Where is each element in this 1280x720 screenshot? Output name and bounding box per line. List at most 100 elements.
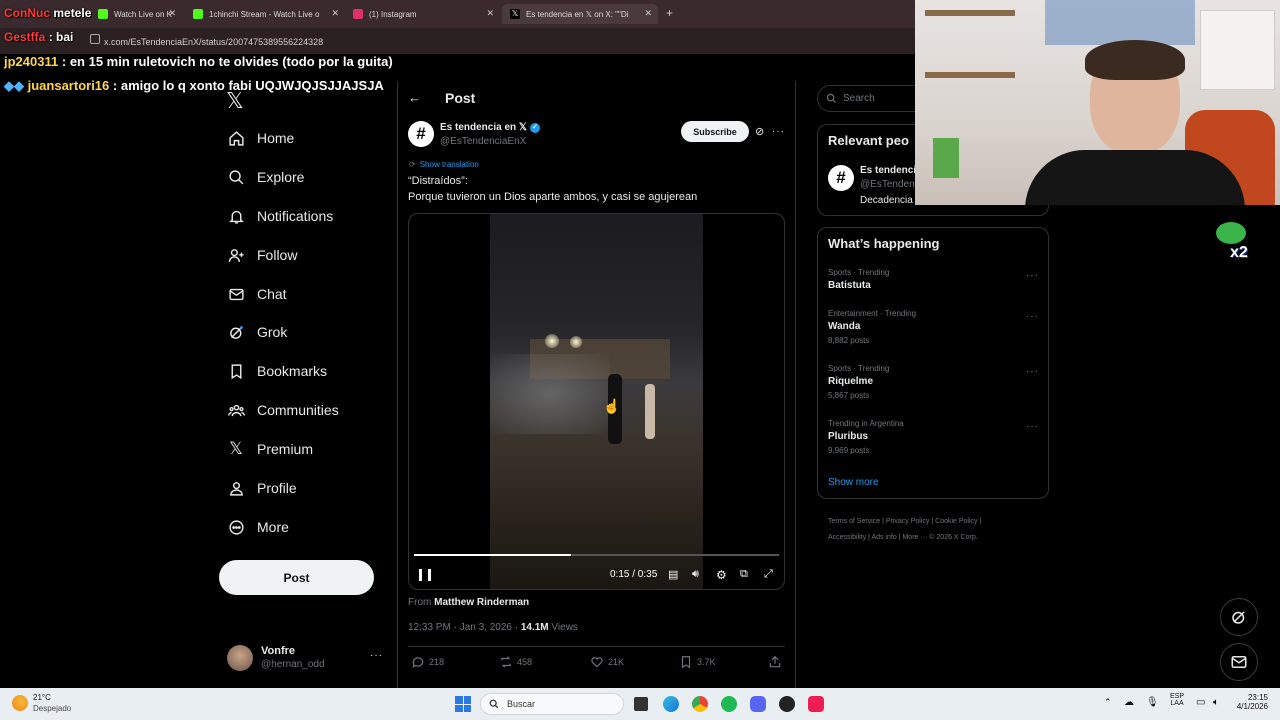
chrome-icon[interactable] — [692, 696, 708, 712]
close-icon[interactable]: ✕ — [644, 8, 652, 19]
post-text-line: “Distraídos”: — [408, 175, 468, 187]
nav-grok[interactable]: Grok — [227, 321, 287, 343]
nav-profile[interactable]: Profile — [227, 477, 297, 499]
nav-more[interactable]: More — [227, 516, 289, 538]
discord-icon[interactable] — [750, 696, 766, 712]
browser-tab[interactable]: (1) Instagram ✕ — [345, 4, 500, 24]
tiktok-icon[interactable] — [808, 696, 824, 712]
footer-link[interactable]: Privacy Policy — [886, 518, 930, 525]
nav-home[interactable]: Home — [227, 127, 294, 149]
close-icon[interactable]: ✕ — [486, 8, 494, 19]
nav-notifications[interactable]: Notifications — [227, 205, 333, 227]
attribution-name[interactable]: Matthew Rinderman — [434, 597, 529, 608]
volume-icon[interactable]: 🔊︎ — [692, 568, 699, 581]
fullscreen-icon[interactable]: ⤢ — [764, 568, 773, 581]
spotify-icon[interactable] — [721, 696, 737, 712]
author-name-row[interactable]: Es tendencia en 𝕏 ✓ — [440, 122, 540, 133]
nav-communities[interactable]: Communities — [227, 399, 339, 421]
avatar[interactable] — [227, 645, 253, 671]
messages-floating-button[interactable] — [1220, 643, 1258, 681]
relevant-avatar[interactable]: # — [828, 165, 854, 191]
repost-button[interactable]: 458 — [499, 655, 532, 669]
pause-icon[interactable] — [419, 569, 431, 581]
grok-post-icon[interactable]: ⊘ — [755, 125, 764, 138]
nav-bookmarks[interactable]: Bookmarks — [227, 360, 327, 382]
show-more-link[interactable]: Show more — [828, 477, 879, 488]
trend-item[interactable]: Sports · Trending Batistuta — [828, 268, 889, 291]
trend-menu-icon[interactable]: ··· — [1026, 311, 1039, 322]
subscribe-button[interactable]: Subscribe — [681, 121, 749, 142]
trend-item[interactable]: Trending in Argentina Pluribus 9,969 pos… — [828, 419, 904, 455]
nav-follow[interactable]: Follow — [227, 244, 297, 266]
footer-link[interactable]: Cookie Policy — [935, 518, 977, 525]
video-player[interactable]: 0:15 / 0:35 ▤ 🔊︎ ⚙ ⧉ ⤢ — [408, 213, 785, 590]
footer-link[interactable]: Accessibility — [828, 534, 866, 541]
edge-icon[interactable] — [663, 696, 679, 712]
app-icon[interactable] — [779, 696, 795, 712]
nav-explore[interactable]: Explore — [227, 166, 304, 188]
new-tab-icon[interactable]: + — [666, 6, 673, 20]
video-light — [545, 334, 559, 348]
grok-floating-button[interactable] — [1220, 598, 1258, 636]
clock[interactable]: 23:15 4/1/2026 — [1234, 693, 1268, 711]
settings-gear-icon[interactable]: ⚙ — [716, 568, 727, 582]
relevant-name[interactable]: Es tendenci — [860, 165, 916, 176]
taskbar-search[interactable]: Buscar — [480, 693, 624, 715]
windows-start-icon[interactable] — [455, 696, 471, 712]
chat-user: jp240311 — [4, 54, 59, 69]
search-icon — [227, 168, 245, 186]
trend-menu-icon[interactable]: ··· — [1026, 366, 1039, 377]
communities-icon — [227, 401, 245, 419]
author-avatar[interactable]: # — [408, 121, 434, 147]
site-info-icon[interactable] — [90, 34, 100, 44]
post-button[interactable]: Post — [219, 560, 374, 595]
like-button[interactable]: 21K — [590, 655, 624, 669]
browser-tab[interactable]: Watch Live on K ✕ — [90, 4, 182, 24]
nav-chat[interactable]: Chat — [227, 283, 287, 305]
network-icon[interactable]: ☁ — [1124, 697, 1134, 708]
post-timestamp: 12:33 PM · Jan 3, 2026 · 14.1M Views — [408, 622, 578, 633]
relevant-people-title: Relevant peo — [828, 133, 909, 148]
nav-premium[interactable]: 𝕏 Premium — [227, 438, 313, 460]
video-person — [645, 384, 655, 439]
account-name[interactable]: Vonfre — [261, 645, 295, 657]
display-icon[interactable]: ▭ — [1196, 697, 1205, 708]
close-icon[interactable]: ✕ — [331, 8, 339, 19]
more-icon — [227, 518, 245, 536]
cam-shelf — [925, 72, 1015, 78]
trend-menu-icon[interactable]: ··· — [1026, 270, 1039, 281]
task-view-icon[interactable] — [634, 697, 648, 711]
pip-icon[interactable]: ⧉ — [740, 568, 748, 581]
trend-item[interactable]: Entertainment · Trending Wanda 8,882 pos… — [828, 309, 916, 345]
footer-link[interactable]: Terms of Service — [828, 518, 880, 525]
browser-tab[interactable]: 1chinchi Stream - Watch Live o ✕ — [185, 4, 345, 24]
bell-icon — [227, 207, 245, 225]
show-translation-link[interactable]: ⟳ Show translation — [409, 160, 479, 169]
x-logo-icon[interactable]: 𝕏 — [226, 88, 244, 114]
footer-link[interactable]: More ··· — [902, 534, 927, 541]
reply-button[interactable]: 218 — [411, 655, 444, 669]
chevron-up-icon[interactable]: ⌃ — [1104, 697, 1112, 708]
bookmark-button[interactable]: 3.7K — [679, 655, 716, 669]
author-name[interactable]: Es tendencia en 𝕏 — [440, 122, 527, 133]
language-indicator[interactable]: ESP LAA — [1170, 693, 1184, 707]
weather-temp[interactable]: 21°C — [33, 693, 51, 702]
trend-menu-icon[interactable]: ··· — [1026, 421, 1039, 432]
close-icon[interactable]: ✕ — [168, 8, 176, 19]
url-text[interactable]: x.com/EsTendenciaEnX/status/200747538955… — [104, 37, 323, 47]
captions-icon[interactable]: ▤ — [668, 568, 678, 581]
share-icon[interactable] — [768, 655, 782, 674]
microphone-icon[interactable]: 🎙︎ — [1146, 697, 1159, 708]
volume-icon[interactable]: 🔈︎ — [1213, 697, 1219, 708]
footer-link[interactable]: Ads info — [871, 534, 896, 541]
weather-moon-icon[interactable] — [12, 695, 28, 711]
bookmark-icon — [227, 362, 245, 380]
post-menu-icon[interactable]: ··· — [772, 126, 785, 137]
video-time: 0:15 / 0:35 — [610, 569, 658, 580]
browser-tab-active[interactable]: 𝕏 Es tendencia en 𝕏 on X: ""Di ✕ — [502, 4, 658, 24]
account-menu-icon[interactable]: ··· — [370, 650, 383, 661]
relevant-handle: @EsTenden — [860, 179, 915, 190]
trend-item[interactable]: Sports · Trending Riquelme 5,867 posts — [828, 364, 889, 400]
chat-message: ConNuc metele — [4, 6, 91, 20]
back-arrow-icon[interactable]: ← — [408, 90, 421, 105]
